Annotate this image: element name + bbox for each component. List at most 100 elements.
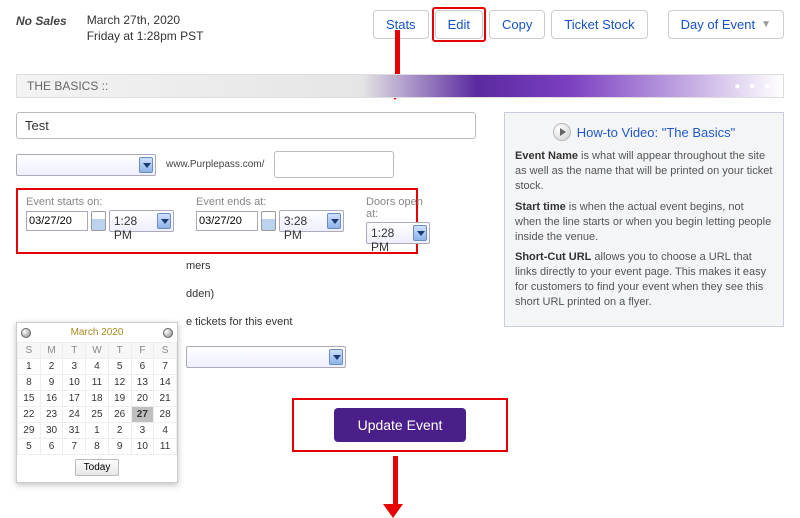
pager-dots-icon: ● ● ● [734,81,773,92]
calendar-day[interactable]: 16 [40,391,63,407]
calendar-dow: S [18,343,41,359]
calendar-day[interactable]: 10 [63,375,86,391]
calendar-dow: F [131,343,154,359]
calendar-day[interactable]: 23 [40,407,63,423]
section-title: THE BASICS :: [27,79,108,93]
calendar-day[interactable]: 14 [154,375,177,391]
calendar-day[interactable]: 15 [18,391,41,407]
calendar-dow: T [63,343,86,359]
calendar-grid: SMTWTFS 12345678910111213141516171819202… [17,342,177,455]
calendar-day[interactable]: 7 [154,359,177,375]
obscured-text: dden) [186,288,484,300]
calendar-day[interactable]: 22 [18,407,41,423]
today-button[interactable]: Today [75,459,120,476]
edit-button-label: Edit [448,17,470,32]
section-header-basics: THE BASICS :: ● ● ● [16,74,784,98]
calendar-day[interactable]: 27 [131,407,154,423]
calendar-day[interactable]: 31 [63,423,86,439]
next-month-handle[interactable] [163,328,173,338]
calendar-day[interactable]: 30 [40,423,63,439]
calendar-day[interactable]: 18 [86,391,109,407]
calendar-day[interactable]: 4 [86,359,109,375]
event-name-input[interactable] [16,112,476,139]
start-time-value: 1:28 PM [114,214,137,242]
annotation-arrow-update [390,456,400,518]
chevron-down-icon [157,213,171,229]
chevron-down-icon [329,349,343,365]
calendar-day[interactable]: 3 [63,359,86,375]
doors-time-value: 1:28 PM [371,226,394,254]
calendar-dow: W [86,343,109,359]
calendar-icon[interactable] [261,211,276,231]
url-prefix-label: www.Purplepass.com/ [166,159,264,170]
end-date-input[interactable] [196,211,258,231]
calendar-day[interactable]: 24 [63,407,86,423]
calendar-icon[interactable] [91,211,106,231]
calendar-day[interactable]: 1 [86,423,109,439]
datetime-group-highlight: Event starts on: 1:28 PM Event ends at: [16,188,418,254]
calendar-dow: S [154,343,177,359]
calendar-day[interactable]: 13 [131,375,154,391]
date-line-1: March 27th, 2020 [87,12,204,28]
calendar-day[interactable]: 2 [40,359,63,375]
calendar-day[interactable]: 17 [63,391,86,407]
date-line-2: Friday at 1:28pm PST [87,28,204,44]
date-picker-popup: March 2020 SMTWTFS 123456789101112131415… [16,322,178,483]
calendar-day[interactable]: 4 [154,423,177,439]
calendar-dow: M [40,343,63,359]
shortcut-url-input[interactable] [274,151,394,178]
calendar-day[interactable]: 10 [131,439,154,455]
calendar-day[interactable]: 2 [108,423,131,439]
calendar-day[interactable]: 20 [131,391,154,407]
calendar-day[interactable]: 21 [154,391,177,407]
ticket-stock-button[interactable]: Ticket Stock [551,10,647,39]
calendar-day[interactable]: 6 [40,439,63,455]
start-date-input[interactable] [26,211,88,231]
calendar-day[interactable]: 7 [63,439,86,455]
calendar-day[interactable]: 25 [86,407,109,423]
calendar-day[interactable]: 19 [108,391,131,407]
obscured-text: mers [186,260,484,272]
calendar-day[interactable]: 5 [18,439,41,455]
venue-select[interactable] [186,346,346,368]
help-panel: How-to Video: "The Basics" Event Name is… [504,112,784,326]
end-time-select[interactable]: 3:28 PM [279,210,344,232]
calendar-day[interactable]: 11 [154,439,177,455]
category-select[interactable] [16,154,156,176]
prev-month-handle[interactable] [21,328,31,338]
doors-time-select[interactable]: 1:28 PM [366,222,430,244]
calendar-day[interactable]: 5 [108,359,131,375]
chevron-down-icon [413,225,427,241]
calendar-day[interactable]: 9 [108,439,131,455]
update-highlight-box: Update Event [292,398,509,452]
calendar-day[interactable]: 8 [18,375,41,391]
calendar-day[interactable]: 3 [131,423,154,439]
end-time-value: 3:28 PM [284,214,307,242]
calendar-day[interactable]: 12 [108,375,131,391]
calendar-day[interactable]: 6 [131,359,154,375]
calendar-day[interactable]: 26 [108,407,131,423]
chevron-down-icon [327,213,341,229]
update-event-button[interactable]: Update Event [334,408,467,442]
calendar-day[interactable]: 9 [40,375,63,391]
start-label: Event starts on: [26,196,174,208]
calendar-day[interactable]: 28 [154,407,177,423]
calendar-day[interactable]: 8 [86,439,109,455]
howto-video-label: How-to Video: "The Basics" [577,125,736,140]
day-of-event-button[interactable]: Day of Event ▼ [668,10,784,39]
start-time-select[interactable]: 1:28 PM [109,210,174,232]
play-icon [553,123,571,141]
end-label: Event ends at: [196,196,344,208]
help-shortcut-term: Short-Cut URL [515,251,591,263]
calendar-day[interactable]: 29 [18,423,41,439]
doors-label: Doors open at: [366,196,430,220]
copy-button[interactable]: Copy [489,10,545,39]
edit-button[interactable]: Edit [435,10,483,39]
stats-button[interactable]: Stats [373,10,429,39]
howto-video-link[interactable]: How-to Video: "The Basics" [515,123,773,141]
chevron-down-icon: ▼ [761,19,771,30]
calendar-dow: T [108,343,131,359]
calendar-day[interactable]: 11 [86,375,109,391]
calendar-day[interactable]: 1 [18,359,41,375]
calendar-month-label: March 2020 [71,327,124,338]
